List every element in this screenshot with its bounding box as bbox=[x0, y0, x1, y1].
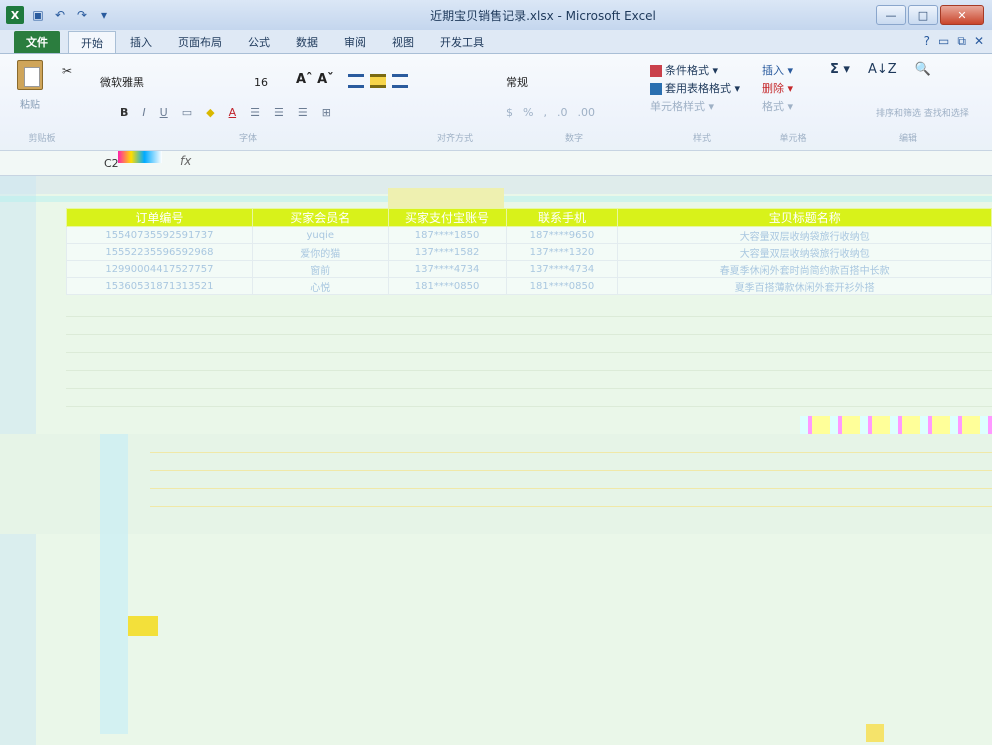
ribbon-window-controls: ? ▭ ⧉ ✕ bbox=[924, 34, 984, 49]
render-artifact bbox=[866, 724, 884, 742]
grid-line bbox=[66, 370, 992, 371]
maximize-button[interactable]: □ bbox=[908, 5, 938, 25]
number-group: 数字 bbox=[504, 58, 644, 144]
render-artifact bbox=[100, 434, 128, 734]
save-icon[interactable]: ▣ bbox=[30, 7, 46, 23]
tab-developer[interactable]: 开发工具 bbox=[428, 31, 496, 53]
table-cell[interactable]: 15540735592591737 bbox=[66, 226, 253, 244]
selected-cell-marker[interactable] bbox=[128, 616, 158, 636]
table-cell[interactable]: 181****0850 bbox=[387, 277, 507, 295]
tab-formulas[interactable]: 公式 bbox=[236, 31, 282, 53]
tab-home[interactable]: 开始 bbox=[68, 31, 116, 53]
editing-group-frame: 编辑 bbox=[828, 58, 988, 144]
worksheet-grid[interactable]: 订单编号 买家会员名 买家支付宝账号 联系手机 宝贝标题名称 155407355… bbox=[0, 176, 992, 745]
styles-group-frame: 样式 bbox=[646, 58, 758, 144]
alignment-group: 对齐方式 bbox=[410, 58, 500, 144]
ribbon-minimize-icon[interactable]: ▭ bbox=[938, 34, 949, 49]
undo-icon[interactable]: ↶ bbox=[52, 7, 68, 23]
header-alipay-account[interactable]: 买家支付宝账号 bbox=[387, 208, 507, 227]
table-cell[interactable]: 187****1850 bbox=[387, 226, 507, 244]
header-order-id[interactable]: 订单编号 bbox=[66, 208, 253, 227]
table-cell[interactable]: 12990004417527757 bbox=[66, 260, 253, 278]
table-row: 15540735592591737 yuqie 187****1850 187*… bbox=[66, 226, 992, 244]
table-cell[interactable]: 大容量双层收纳袋旅行收纳包 bbox=[617, 243, 992, 261]
ribbon-tabs: 文件 开始 插入 页面布局 公式 数据 审阅 视图 开发工具 ? ▭ ⧉ ✕ bbox=[0, 30, 992, 54]
font-group-label: 字体 bbox=[238, 134, 257, 144]
clipboard-group-label: 剪贴板 bbox=[28, 134, 56, 144]
restore-icon[interactable]: ⧉ bbox=[957, 34, 966, 49]
grid-line bbox=[66, 388, 992, 389]
window-title: 近期宝贝销售记录.xlsx - Microsoft Excel bbox=[430, 8, 656, 23]
table-cell[interactable]: 15360531871313521 bbox=[66, 277, 253, 295]
table-cell[interactable]: 窗前 bbox=[251, 260, 389, 278]
redo-icon[interactable]: ↷ bbox=[74, 7, 90, 23]
cells-group-frame: 单元格 bbox=[760, 58, 826, 144]
fx-icon[interactable]: fx bbox=[180, 154, 191, 168]
grid-line bbox=[66, 352, 992, 353]
header-phone[interactable]: 联系手机 bbox=[505, 208, 619, 227]
table-cell[interactable]: 137****4734 bbox=[505, 260, 619, 278]
tab-view[interactable]: 视图 bbox=[380, 31, 426, 53]
table-cell[interactable]: 181****0850 bbox=[505, 277, 619, 295]
table-cell[interactable]: 夏季百搭薄款休闲外套开衫外搭 bbox=[617, 277, 992, 295]
table-cell[interactable]: 187****9650 bbox=[505, 226, 619, 244]
grid-line bbox=[150, 506, 992, 507]
table-cell[interactable]: 137****1582 bbox=[387, 243, 507, 261]
font-group: 字体 bbox=[88, 58, 408, 144]
table-cell[interactable]: 137****4734 bbox=[387, 260, 507, 278]
tab-data[interactable]: 数据 bbox=[284, 31, 330, 53]
styles-group-label: 样式 bbox=[692, 134, 711, 144]
table-row: 12990004417527757 窗前 137****4734 137****… bbox=[66, 260, 992, 278]
title-bar: X ▣ ↶ ↷ ▾ 近期宝贝销售记录.xlsx - Microsoft Exce… bbox=[0, 0, 992, 30]
table-row: 15360531871313521 心悦 181****0850 181****… bbox=[66, 277, 992, 295]
table-cell[interactable]: 137****1320 bbox=[505, 243, 619, 261]
grid-line bbox=[150, 470, 992, 471]
excel-window: X ▣ ↶ ↷ ▾ 近期宝贝销售记录.xlsx - Microsoft Exce… bbox=[0, 0, 992, 745]
tab-review[interactable]: 审阅 bbox=[332, 31, 378, 53]
close-button[interactable]: ✕ bbox=[940, 5, 984, 25]
header-buyer-name[interactable]: 买家会员名 bbox=[251, 208, 389, 227]
help-icon[interactable]: ? bbox=[924, 34, 930, 49]
table-cell[interactable]: 心悦 bbox=[251, 277, 389, 295]
table-cell[interactable]: 15552235596592968 bbox=[66, 243, 253, 261]
table-row: 15552235596592968 爱你的猫 137****1582 137**… bbox=[66, 243, 992, 261]
name-box[interactable]: C2 bbox=[104, 154, 164, 172]
tab-page-layout[interactable]: 页面布局 bbox=[166, 31, 234, 53]
customize-qat-icon[interactable]: ▾ bbox=[96, 7, 112, 23]
selected-column-highlight bbox=[388, 188, 504, 208]
grid-line bbox=[66, 406, 992, 407]
table-cell[interactable]: yuqie bbox=[251, 226, 389, 244]
render-artifact bbox=[800, 416, 992, 434]
tab-insert[interactable]: 插入 bbox=[118, 31, 164, 53]
alignment-group-label: 对齐方式 bbox=[436, 134, 473, 144]
table-cell[interactable]: 大容量双层收纳袋旅行收纳包 bbox=[617, 226, 992, 244]
header-item-title[interactable]: 宝贝标题名称 bbox=[617, 208, 992, 227]
grid-line bbox=[66, 334, 992, 335]
table-cell[interactable]: 爱你的猫 bbox=[251, 243, 389, 261]
lower-grid-pane bbox=[0, 434, 992, 534]
table-cell[interactable]: 春夏季休闲外套时尚简约款百搭中长款 bbox=[617, 260, 992, 278]
cells-group-label: 单元格 bbox=[779, 134, 807, 144]
formula-bar: C2 fx bbox=[0, 150, 992, 176]
table-header-row: 订单编号 买家会员名 买家支付宝账号 联系手机 宝贝标题名称 bbox=[66, 208, 992, 227]
grid-line bbox=[150, 488, 992, 489]
workbook-close-icon[interactable]: ✕ bbox=[974, 34, 984, 49]
tab-file[interactable]: 文件 bbox=[14, 31, 60, 53]
window-controls: — □ ✕ bbox=[876, 5, 984, 25]
ribbon-home: 粘贴 ✂ 剪贴板 微软雅黑 16 Aˆ Aˇ B I U ▭ ◆ A ☰ ☰ ☰… bbox=[0, 54, 992, 150]
editing-group-label: 编辑 bbox=[898, 134, 917, 144]
excel-logo-icon[interactable]: X bbox=[6, 6, 24, 24]
grid-line bbox=[66, 316, 992, 317]
sales-table: 订单编号 买家会员名 买家支付宝账号 联系手机 宝贝标题名称 155407355… bbox=[66, 208, 992, 295]
number-group-label: 数字 bbox=[564, 134, 583, 144]
grid-line bbox=[150, 452, 992, 453]
minimize-button[interactable]: — bbox=[876, 5, 906, 25]
clipboard-group: 剪贴板 bbox=[0, 58, 84, 144]
